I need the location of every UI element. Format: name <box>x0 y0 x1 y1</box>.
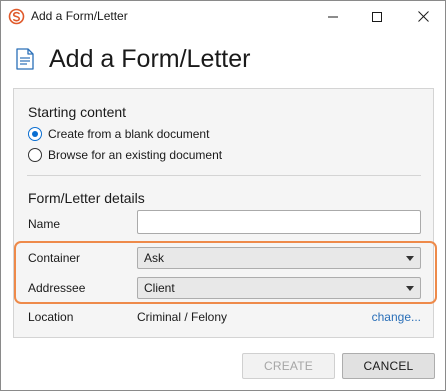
maximize-icon <box>372 11 382 22</box>
addressee-select[interactable]: Client <box>137 277 421 299</box>
minimize-button[interactable] <box>311 1 355 32</box>
page-title: Add a Form/Letter <box>49 45 251 73</box>
change-location-link[interactable]: change... <box>372 310 421 324</box>
name-label: Name <box>28 217 61 231</box>
location-value: Criminal / Felony <box>137 310 228 324</box>
section-divider <box>27 175 421 176</box>
radio-blank-document[interactable]: Create from a blank document <box>28 125 209 143</box>
details-heading: Form/Letter details <box>28 190 145 206</box>
create-button[interactable]: CREATE <box>242 353 335 379</box>
close-button[interactable] <box>401 1 445 32</box>
container-value: Ask <box>144 251 165 265</box>
starting-content-heading: Starting content <box>28 104 127 120</box>
document-icon <box>16 48 34 70</box>
close-icon <box>417 11 429 22</box>
window-title: Add a Form/Letter <box>31 9 128 23</box>
dialog-window: Add a Form/Letter Add a Form/Letter Star… <box>0 0 446 391</box>
maximize-button[interactable] <box>355 1 399 32</box>
title-bar[interactable]: Add a Form/Letter <box>1 1 445 32</box>
container-select[interactable]: Ask <box>137 247 421 269</box>
addressee-value: Client <box>144 281 175 295</box>
chevron-down-icon <box>406 286 414 291</box>
radio-existing-document[interactable]: Browse for an existing document <box>28 146 222 164</box>
location-label: Location <box>28 310 74 324</box>
minimize-icon <box>328 16 338 17</box>
radio-button[interactable] <box>28 148 42 162</box>
content-panel: Starting content Create from a blank doc… <box>13 88 437 338</box>
cancel-button[interactable]: CANCEL <box>342 353 435 379</box>
addressee-label: Addressee <box>28 281 86 295</box>
radio-button-selected[interactable] <box>28 127 42 141</box>
name-input[interactable] <box>137 210 421 234</box>
chevron-down-icon <box>406 256 414 261</box>
radio-label: Browse for an existing document <box>48 148 223 162</box>
radio-label: Create from a blank document <box>48 127 210 141</box>
app-logo-icon <box>8 8 25 25</box>
container-label: Container <box>28 251 81 265</box>
